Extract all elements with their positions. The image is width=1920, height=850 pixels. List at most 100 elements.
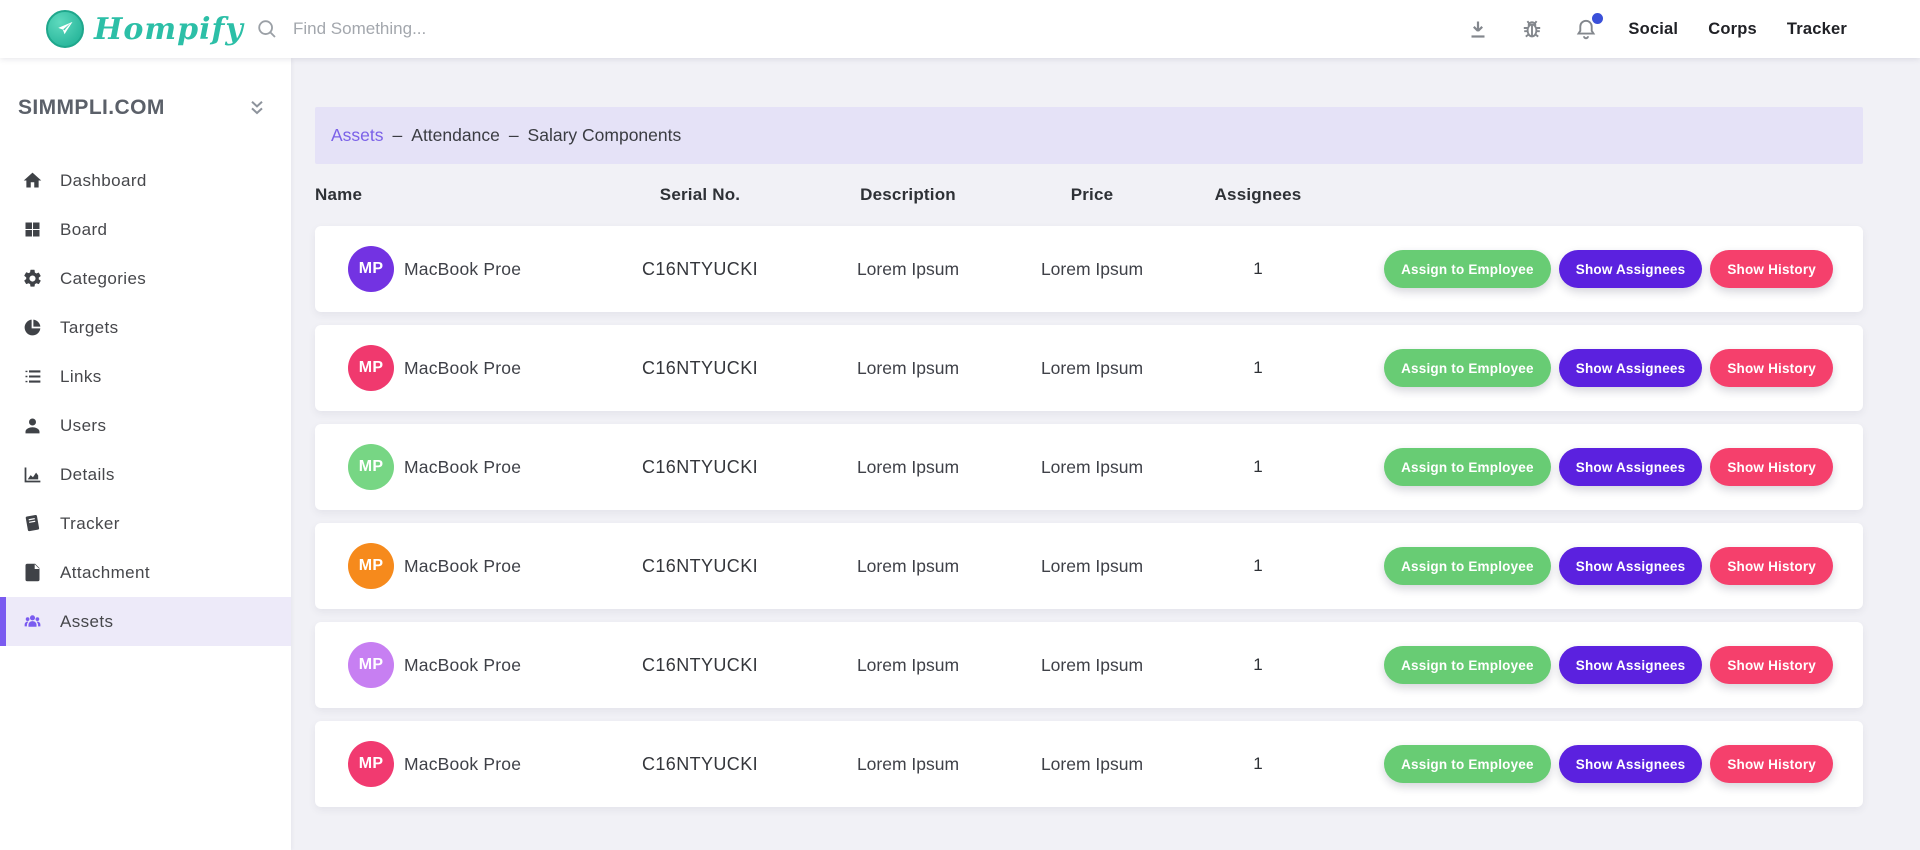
avatar: MP	[348, 444, 394, 490]
cell-name: MacBook Proe	[404, 358, 610, 379]
assign-to-employee-button[interactable]: Assign to Employee	[1384, 250, 1551, 288]
cell-description: Lorem Ipsum	[790, 358, 1026, 379]
notification-badge	[1590, 11, 1605, 26]
assign-to-employee-button[interactable]: Assign to Employee	[1384, 349, 1551, 387]
collapse-chevrons-icon[interactable]	[247, 98, 267, 118]
cell-description: Lorem Ipsum	[790, 259, 1026, 280]
asset-rows: MP MacBook Proe C16NTYUCKI Lorem Ipsum L…	[315, 226, 1863, 807]
sidebar-item-label: Targets	[60, 318, 119, 338]
breadcrumb-separator: –	[393, 125, 403, 146]
show-history-button[interactable]: Show History	[1710, 646, 1833, 684]
show-history-button[interactable]: Show History	[1710, 250, 1833, 288]
breadcrumb-item-attendance: Attendance	[411, 125, 500, 146]
sidebar-item[interactable]: Links	[0, 352, 291, 401]
search-input[interactable]	[293, 19, 573, 39]
brand-name: Hompify	[94, 12, 244, 47]
download-icon[interactable]	[1466, 17, 1490, 41]
assign-to-employee-button[interactable]: Assign to Employee	[1384, 448, 1551, 486]
show-history-button[interactable]: Show History	[1710, 448, 1833, 486]
cell-assignees: 1	[1158, 556, 1358, 576]
show-assignees-button[interactable]: Show Assignees	[1559, 646, 1703, 684]
cell-assignees: 1	[1158, 754, 1358, 774]
nav-link-social[interactable]: Social	[1628, 20, 1678, 39]
sidebar-header: SIMMPLI.COM	[0, 88, 291, 128]
row-actions: Assign to Employee Show Assignees Show H…	[1358, 349, 1863, 387]
table-row: MP MacBook Proe C16NTYUCKI Lorem Ipsum L…	[315, 721, 1863, 807]
cell-price: Lorem Ipsum	[1026, 259, 1158, 280]
table-row: MP MacBook Proe C16NTYUCKI Lorem Ipsum L…	[315, 523, 1863, 609]
cell-name: MacBook Proe	[404, 754, 610, 775]
breadcrumb: Assets – Attendance – Salary Components	[315, 107, 1863, 164]
org-name: SIMMPLI.COM	[18, 96, 165, 120]
cell-description: Lorem Ipsum	[790, 457, 1026, 478]
row-actions: Assign to Employee Show Assignees Show H…	[1358, 250, 1863, 288]
show-history-button[interactable]: Show History	[1710, 547, 1833, 585]
sidebar-item-label: Categories	[60, 269, 146, 289]
cell-description: Lorem Ipsum	[790, 556, 1026, 577]
cell-price: Lorem Ipsum	[1026, 457, 1158, 478]
column-header-price: Price	[1026, 185, 1158, 205]
table-row: MP MacBook Proe C16NTYUCKI Lorem Ipsum L…	[315, 424, 1863, 510]
sidebar-item-label: Board	[60, 220, 107, 240]
show-history-button[interactable]: Show History	[1710, 349, 1833, 387]
global-search	[256, 0, 573, 58]
nav-link-tracker[interactable]: Tracker	[1787, 20, 1847, 39]
sidebar-item-label: Tracker	[60, 514, 120, 534]
sidebar-item-label: Assets	[60, 612, 113, 632]
breadcrumb-link-assets[interactable]: Assets	[331, 125, 384, 146]
sidebar-item[interactable]: Details	[0, 450, 291, 499]
cell-description: Lorem Ipsum	[790, 655, 1026, 676]
cell-assignees: 1	[1158, 358, 1358, 378]
search-icon[interactable]	[256, 18, 278, 40]
sidebar-item[interactable]: Categories	[0, 254, 291, 303]
column-header-description: Description	[790, 185, 1026, 205]
avatar: MP	[348, 543, 394, 589]
sidebar-item-label: Users	[60, 416, 106, 436]
sidebar-item-icon	[22, 415, 43, 436]
sidebar-item-icon	[22, 170, 43, 191]
show-assignees-button[interactable]: Show Assignees	[1559, 547, 1703, 585]
cell-name: MacBook Proe	[404, 655, 610, 676]
assign-to-employee-button[interactable]: Assign to Employee	[1384, 646, 1551, 684]
sidebar-item-label: Links	[60, 367, 102, 387]
brand-logo[interactable]: Hompify	[46, 0, 244, 58]
cell-price: Lorem Ipsum	[1026, 655, 1158, 676]
sidebar-item[interactable]: Targets	[0, 303, 291, 352]
avatar-initials: MP	[359, 557, 384, 575]
cell-assignees: 1	[1158, 655, 1358, 675]
sidebar-item[interactable]: Users	[0, 401, 291, 450]
show-assignees-button[interactable]: Show Assignees	[1559, 745, 1703, 783]
show-assignees-button[interactable]: Show Assignees	[1559, 349, 1703, 387]
sidebar-item[interactable]: Attachment	[0, 548, 291, 597]
avatar: MP	[348, 246, 394, 292]
cell-price: Lorem Ipsum	[1026, 556, 1158, 577]
bug-report-icon[interactable]	[1520, 17, 1544, 41]
sidebar-item[interactable]: Board	[0, 205, 291, 254]
cell-serial: C16NTYUCKI	[610, 457, 790, 478]
cell-name: MacBook Proe	[404, 556, 610, 577]
sidebar-item-icon	[22, 611, 43, 632]
assign-to-employee-button[interactable]: Assign to Employee	[1384, 745, 1551, 783]
notifications-bell-icon[interactable]	[1574, 17, 1598, 41]
sidebar-item[interactable]: Assets	[0, 597, 291, 646]
cell-assignees: 1	[1158, 457, 1358, 477]
sidebar-item-icon	[22, 562, 43, 583]
sidebar: SIMMPLI.COM Dashboard Board Categories T…	[0, 58, 291, 850]
sidebar-item-icon	[22, 513, 43, 534]
cell-name: MacBook Proe	[404, 259, 610, 280]
assign-to-employee-button[interactable]: Assign to Employee	[1384, 547, 1551, 585]
breadcrumb-item-salary-components: Salary Components	[528, 125, 682, 146]
nav-link-corps[interactable]: Corps	[1708, 20, 1757, 39]
show-assignees-button[interactable]: Show Assignees	[1559, 448, 1703, 486]
sidebar-item-label: Attachment	[60, 563, 150, 583]
cell-serial: C16NTYUCKI	[610, 556, 790, 577]
show-assignees-button[interactable]: Show Assignees	[1559, 250, 1703, 288]
cell-serial: C16NTYUCKI	[610, 754, 790, 775]
avatar-initials: MP	[359, 359, 384, 377]
sidebar-item[interactable]: Tracker	[0, 499, 291, 548]
sidebar-item-icon	[22, 366, 43, 387]
show-history-button[interactable]: Show History	[1710, 745, 1833, 783]
column-header-name: Name	[315, 185, 610, 205]
sidebar-item[interactable]: Dashboard	[0, 156, 291, 205]
sidebar-item-icon	[22, 464, 43, 485]
